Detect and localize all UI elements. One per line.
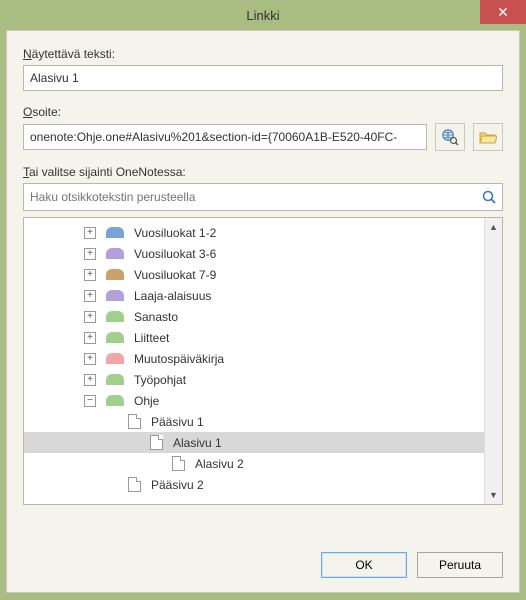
close-icon: ✕ (497, 4, 509, 21)
expand-icon[interactable]: + (84, 353, 96, 365)
display-text-input[interactable] (23, 65, 503, 91)
section-tab-icon (106, 332, 124, 343)
section-tab-icon (106, 269, 124, 280)
collapse-icon[interactable]: − (84, 395, 96, 407)
section-tab-icon (106, 290, 124, 301)
browse-folder-button[interactable] (473, 123, 503, 151)
section-tab-icon (106, 374, 124, 385)
tree-item-label: Pääsivu 1 (151, 415, 204, 429)
tree-item-label: Vuosiluokat 3-6 (134, 247, 216, 261)
ok-button[interactable]: OK (321, 552, 407, 578)
tree-section-item[interactable]: + Muutospäiväkirja (24, 348, 484, 369)
display-text-label: Näytettävä teksti: (23, 47, 503, 61)
search-icon[interactable] (479, 187, 499, 207)
tree-item-label: Alasivu 1 (173, 436, 222, 450)
tree-page-item[interactable]: Pääsivu 1 (24, 411, 484, 432)
expander-placeholder (106, 479, 118, 491)
address-label: Osoite: (23, 105, 503, 119)
tree-section-item[interactable]: + Laaja-alaisuus (24, 285, 484, 306)
window-title: Linkki (0, 8, 526, 23)
section-tab-icon (106, 248, 124, 259)
tree-page-item[interactable]: Alasivu 1 (24, 432, 484, 453)
tree-item-label: Työpohjat (134, 373, 186, 387)
section-tab-icon (106, 227, 124, 238)
cancel-button[interactable]: Peruuta (417, 552, 503, 578)
search-input[interactable] (23, 183, 503, 211)
address-input[interactable]: onenote:Ohje.one#Alasivu%201&section-id=… (23, 124, 427, 150)
tree-page-item[interactable]: Pääsivu 2 (24, 474, 484, 495)
tree-section-item[interactable]: − Ohje (24, 390, 484, 411)
tree-item-label: Alasivu 2 (195, 457, 244, 471)
expander-placeholder (106, 416, 118, 428)
or-pick-label: Tai valitse sijainti OneNotessa: (23, 165, 503, 179)
expand-icon[interactable]: + (84, 374, 96, 386)
tree-item-label: Laaja-alaisuus (134, 289, 211, 303)
tree-section-item[interactable]: + Työpohjat (24, 369, 484, 390)
scroll-down-icon[interactable]: ▼ (485, 486, 502, 504)
scroll-up-icon[interactable]: ▲ (485, 218, 502, 236)
section-tab-icon (106, 353, 124, 364)
folder-icon (479, 130, 497, 144)
tree-item-label: Muutospäiväkirja (134, 352, 224, 366)
expand-icon[interactable]: + (84, 332, 96, 344)
tree-item-label: Liitteet (134, 331, 169, 345)
expand-icon[interactable]: + (84, 290, 96, 302)
tree-section-item[interactable]: + Sanasto (24, 306, 484, 327)
scroll-track[interactable] (485, 236, 502, 486)
tree-item-label: Vuosiluokat 7-9 (134, 268, 216, 282)
browse-web-button[interactable] (435, 123, 465, 151)
tree-item-label: Sanasto (134, 310, 178, 324)
close-button[interactable]: ✕ (480, 0, 526, 24)
page-icon (128, 477, 141, 492)
expander-placeholder (150, 458, 162, 470)
tree-item-label: Ohje (134, 394, 159, 408)
tree-section-item[interactable]: + Liitteet (24, 327, 484, 348)
section-tab-icon (106, 395, 124, 406)
tree-section-item[interactable]: + Vuosiluokat 7-9 (24, 264, 484, 285)
tree-section-item[interactable]: + Vuosiluokat 1-2 (24, 222, 484, 243)
expander-placeholder (128, 437, 140, 449)
scrollbar[interactable]: ▲ ▼ (484, 218, 502, 504)
expand-icon[interactable]: + (84, 269, 96, 281)
page-icon (172, 456, 185, 471)
page-icon (150, 435, 163, 450)
section-tab-icon (106, 311, 124, 322)
tree-item-label: Vuosiluokat 1-2 (134, 226, 216, 240)
globe-search-icon (441, 128, 459, 146)
expand-icon[interactable]: + (84, 248, 96, 260)
titlebar: Linkki ✕ (0, 0, 526, 30)
expand-icon[interactable]: + (84, 227, 96, 239)
page-icon (128, 414, 141, 429)
tree-item-label: Pääsivu 2 (151, 478, 204, 492)
tree-page-item[interactable]: Alasivu 2 (24, 453, 484, 474)
tree-section-item[interactable]: + Vuosiluokat 3-6 (24, 243, 484, 264)
location-tree: + Vuosiluokat 1-2 + Vuosiluokat 3-6 + Vuosilu… (23, 217, 503, 505)
dialog-body: Näytettävä teksti: Osoite: onenote:Ohje.… (6, 30, 520, 593)
expand-icon[interactable]: + (84, 311, 96, 323)
